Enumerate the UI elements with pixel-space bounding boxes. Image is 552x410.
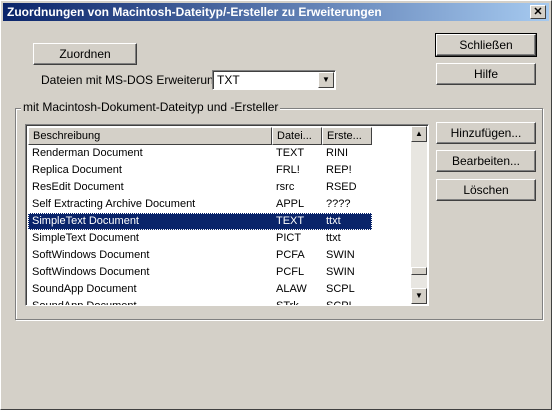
column-header-creator[interactable]: Erste...	[322, 127, 372, 145]
table-row[interactable]: SoundApp Document STrk SCPL	[28, 298, 410, 306]
group-label: mit Macintosh-Dokument-Dateityp und -Ers…	[21, 100, 281, 114]
table-row[interactable]: SoundApp Document ALAW SCPL	[28, 281, 410, 298]
row-description: SimpleText Document	[32, 232, 139, 244]
mapping-list[interactable]: Beschreibung Datei... Erste... Renderman…	[25, 124, 429, 306]
table-row[interactable]: Replica Document FRL! REP!	[28, 162, 410, 179]
row-creator: SWIN	[326, 249, 355, 261]
edit-button[interactable]: Bearbeiten...	[436, 150, 536, 172]
row-filetype: APPL	[276, 198, 305, 210]
row-description: SoftWindows Document	[32, 249, 150, 261]
row-filetype: TEXT	[276, 147, 305, 159]
row-creator: RINI	[326, 147, 348, 159]
list-rows: Renderman Document TEXT RINI Replica Docume…	[28, 145, 410, 306]
row-filetype: STrk	[276, 300, 299, 306]
row-creator: SCPL	[326, 283, 355, 295]
list-header: Beschreibung Datei... Erste...	[28, 127, 410, 145]
row-description: ResEdit Document	[32, 181, 124, 193]
table-row[interactable]: SimpleText Document TEXT ttxt	[28, 213, 372, 230]
row-filetype: PCFL	[276, 266, 305, 278]
scroll-thumb[interactable]	[411, 267, 427, 275]
scroll-down-button[interactable]: ▼	[411, 288, 427, 304]
row-creator: SCPL	[326, 300, 355, 306]
column-header-description[interactable]: Beschreibung	[28, 127, 272, 145]
row-description: SoundApp Document	[32, 300, 137, 306]
table-row[interactable]: Renderman Document TEXT RINI	[28, 145, 410, 162]
row-description: Replica Document	[32, 164, 122, 176]
row-description: SimpleText Document	[32, 215, 139, 227]
help-button[interactable]: Hilfe	[436, 63, 536, 85]
add-button[interactable]: Hinzufügen...	[436, 122, 536, 144]
row-filetype: PICT	[276, 232, 302, 244]
assign-button[interactable]: Zuordnen	[33, 43, 137, 65]
extension-value: TXT	[217, 73, 240, 87]
dialog-window: Zuordnungen von Macintosh-Dateityp/-Erst…	[0, 0, 552, 410]
row-filetype: PCFA	[276, 249, 305, 261]
dropdown-arrow-button[interactable]: ▼	[318, 72, 334, 88]
scroll-up-button[interactable]: ▲	[411, 126, 427, 142]
row-creator: SWIN	[326, 266, 355, 278]
close-button[interactable]: Schließen	[435, 33, 537, 57]
table-row[interactable]: SoftWindows Document PCFA SWIN	[28, 247, 410, 264]
vertical-scrollbar[interactable]: ▲ ▼	[411, 126, 427, 304]
row-filetype: TEXT	[276, 215, 305, 227]
close-icon: ✕	[533, 6, 543, 18]
table-row[interactable]: Self Extracting Archive Document APPL????	[28, 196, 410, 213]
row-creator: ????	[326, 198, 351, 210]
row-filetype: FRL!	[276, 164, 300, 176]
row-filetype: ALAW	[276, 283, 307, 295]
row-creator: ttxt	[326, 232, 341, 244]
title-bar[interactable]: Zuordnungen von Macintosh-Dateityp/-Erst…	[3, 3, 549, 21]
extension-select[interactable]: TXT ▼	[212, 70, 336, 90]
row-filetype: rsrc	[276, 181, 295, 193]
arrow-up-icon: ▲	[415, 129, 423, 138]
row-creator: RSED	[326, 181, 357, 193]
window-title: Zuordnungen von Macintosh-Dateityp/-Erst…	[7, 5, 382, 19]
row-description: SoundApp Document	[32, 283, 137, 295]
column-header-filetype[interactable]: Datei...	[272, 127, 322, 145]
row-description: SoftWindows Document	[32, 266, 150, 278]
close-window-button[interactable]: ✕	[530, 5, 546, 19]
chevron-down-icon: ▼	[322, 75, 330, 84]
row-creator: REP!	[326, 164, 352, 176]
delete-button[interactable]: Löschen	[436, 179, 536, 201]
row-description: Self Extracting Archive Document	[32, 198, 196, 210]
extension-label: Dateien mit MS-DOS Erweiterung:	[41, 73, 224, 87]
table-row[interactable]: SimpleText Document PICT ttxt	[28, 230, 410, 247]
table-row[interactable]: SoftWindows Document PCFL SWIN	[28, 264, 410, 281]
row-description: Renderman Document	[32, 147, 143, 159]
arrow-down-icon: ▼	[415, 291, 423, 300]
row-creator: ttxt	[326, 215, 341, 227]
table-row[interactable]: ResEdit Document rsrc RSED	[28, 179, 410, 196]
